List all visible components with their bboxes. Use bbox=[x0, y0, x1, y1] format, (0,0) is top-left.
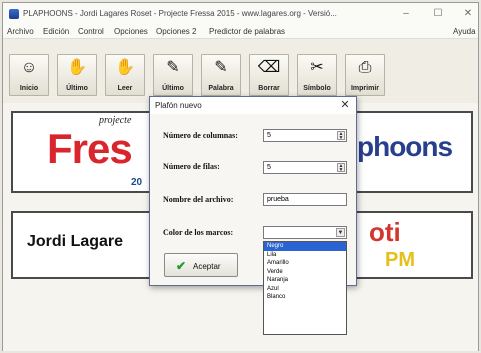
dialog-title: Plafón nuevo bbox=[155, 101, 202, 110]
color-option[interactable]: Lila bbox=[264, 251, 346, 260]
chevron-down-icon[interactable]: ▼ bbox=[336, 228, 345, 237]
tool-leer-button[interactable]: ✋ Leer bbox=[105, 54, 145, 96]
dialog-title-bar: Plafón nuevo ✕ bbox=[150, 97, 356, 114]
tool-label: Inicio bbox=[19, 85, 39, 92]
columns-field[interactable]: 5 ▲ ▼ bbox=[263, 129, 347, 142]
color-option[interactable]: Verde bbox=[264, 268, 346, 277]
menu-ayuda[interactable]: Ayuda bbox=[453, 27, 476, 36]
tool-label: Borrar bbox=[258, 85, 280, 92]
color-dropdown-list: Negro Lila Amarillo Verde Naranja Azul B… bbox=[263, 241, 347, 335]
tool-palabra-button[interactable]: ✎ Palabra bbox=[201, 54, 241, 96]
tool-ultimo-2-button[interactable]: ✎ Último bbox=[153, 54, 193, 96]
tool-label: Leer bbox=[117, 85, 133, 92]
rows-field[interactable]: 5 ▲ ▼ bbox=[263, 161, 347, 174]
clapping-hands-icon: ✋ bbox=[67, 59, 87, 76]
maximize-button[interactable]: ☐ bbox=[427, 6, 449, 22]
color-option[interactable]: Naranja bbox=[264, 276, 346, 285]
tool-imprimir-button[interactable]: ⎙ Imprimir bbox=[345, 54, 385, 96]
checkmark-icon: ✔ bbox=[176, 259, 187, 273]
window-title: PLAPHOONS - Jordi Lagares Roset - Projec… bbox=[23, 9, 337, 18]
fressa-logo: Fres bbox=[47, 125, 133, 172]
spinner-icon[interactable]: ▲ ▼ bbox=[337, 131, 345, 141]
color-option[interactable]: Amarillo bbox=[264, 259, 346, 268]
menu-bar: Archivo Edición Control Opciones Opcione… bbox=[3, 25, 478, 39]
robot-icon: ☺ bbox=[20, 59, 38, 76]
menu-predictor[interactable]: Predictor de palabras bbox=[209, 27, 285, 36]
pencil-icon: ✎ bbox=[166, 59, 180, 76]
accept-label: Aceptar bbox=[193, 262, 221, 271]
color-option[interactable]: Blanco bbox=[264, 293, 346, 302]
rows-label: Número de filas: bbox=[163, 162, 220, 171]
main-window: PLAPHOONS - Jordi Lagares Roset - Projec… bbox=[2, 2, 479, 351]
filename-field[interactable]: prueba bbox=[263, 193, 347, 206]
menu-opciones[interactable]: Opciones bbox=[114, 27, 148, 36]
color-select[interactable]: ▼ bbox=[263, 226, 347, 239]
scissors-icon: ✂ bbox=[310, 59, 324, 76]
tool-inicio-button[interactable]: ☺ Inicio bbox=[9, 54, 49, 96]
tool-label: Imprimir bbox=[350, 85, 379, 92]
menu-opciones-2[interactable]: Opciones 2 bbox=[156, 27, 196, 36]
rows-value: 5 bbox=[267, 164, 271, 171]
accept-button[interactable]: ✔ Aceptar bbox=[164, 253, 238, 277]
author-name: Jordi Lagare bbox=[27, 233, 124, 250]
minimize-button[interactable]: – bbox=[395, 6, 417, 22]
filename-value: prueba bbox=[267, 196, 289, 203]
pencil-icon: ✎ bbox=[214, 59, 228, 76]
tool-borrar-button[interactable]: ⌫ Borrar bbox=[249, 54, 289, 96]
columns-label: Número de columnas: bbox=[163, 131, 238, 140]
eraser-icon: ⌫ bbox=[257, 59, 281, 76]
tool-label: Palabra bbox=[208, 85, 234, 92]
menu-edicion[interactable]: Edición bbox=[43, 27, 69, 36]
app-icon bbox=[9, 9, 19, 19]
menu-archivo[interactable]: Archivo bbox=[7, 27, 34, 36]
plaphoons-logo: phoons bbox=[357, 131, 453, 162]
color-option[interactable]: Negro bbox=[264, 242, 346, 251]
printer-icon: ⎙ bbox=[358, 59, 372, 76]
tool-ultimo-button[interactable]: ✋ Último bbox=[57, 54, 97, 96]
tool-label: Último bbox=[162, 85, 184, 92]
clapping-hands-icon: ✋ bbox=[115, 59, 135, 76]
tool-label: Último bbox=[66, 85, 88, 92]
spinner-icon[interactable]: ▲ ▼ bbox=[337, 163, 345, 173]
oti-logo: oti bbox=[369, 217, 401, 247]
pm-logo: PM bbox=[385, 249, 415, 271]
close-icon[interactable]: ✕ bbox=[338, 98, 352, 112]
tool-label: Símbolo bbox=[303, 85, 331, 92]
columns-value: 5 bbox=[267, 132, 271, 139]
color-label: Color de los marcos: bbox=[163, 228, 234, 237]
close-window-button[interactable]: ✕ bbox=[457, 6, 479, 22]
color-option[interactable]: Azul bbox=[264, 285, 346, 294]
tool-simbolo-button[interactable]: ✂ Símbolo bbox=[297, 54, 337, 96]
filename-label: Nombre del archivo: bbox=[163, 195, 234, 204]
new-board-dialog: Plafón nuevo ✕ Número de columnas: 5 ▲ ▼ … bbox=[149, 96, 357, 335]
fressa-year: 20 bbox=[131, 177, 143, 188]
menu-control[interactable]: Control bbox=[78, 27, 104, 36]
title-bar: PLAPHOONS - Jordi Lagares Roset - Projec… bbox=[3, 3, 478, 25]
toolbar: ☺ Inicio ✋ Último ✋ Leer ✎ Último ✎ Pala… bbox=[3, 40, 478, 102]
